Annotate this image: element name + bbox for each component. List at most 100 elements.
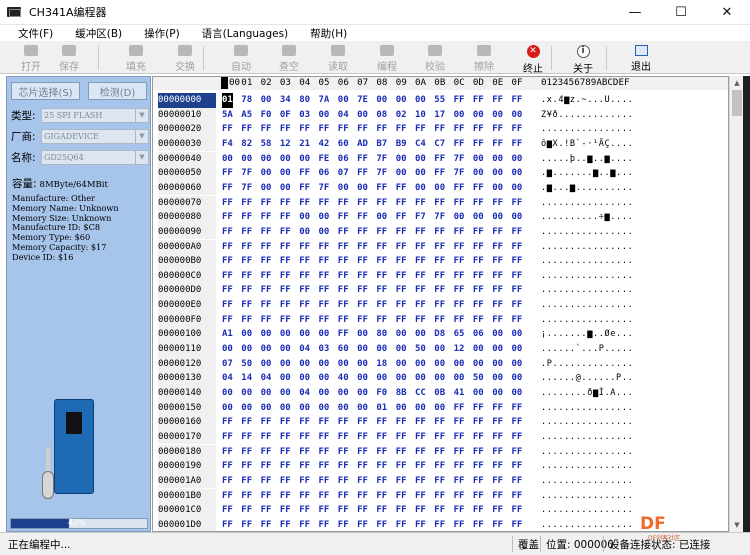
hex-byte[interactable]: 00 (415, 152, 426, 167)
hex-byte[interactable]: 00 (299, 401, 310, 416)
hex-byte[interactable]: FF (473, 415, 484, 430)
row-address[interactable]: 00000030 (158, 136, 216, 152)
hex-byte[interactable]: FF (376, 474, 387, 489)
hex-byte[interactable]: FF (492, 313, 503, 328)
hex-byte[interactable]: FF (280, 210, 291, 225)
row-address[interactable]: 000000F0 (158, 312, 216, 328)
hex-byte[interactable]: FF (319, 298, 330, 313)
hex-byte[interactable]: FF (492, 415, 503, 430)
hex-byte[interactable]: 00 (319, 371, 330, 386)
hex-byte[interactable]: FF (376, 240, 387, 255)
hex-byte[interactable]: FF (512, 518, 523, 531)
hex-byte[interactable]: 00 (492, 342, 503, 357)
hex-byte[interactable]: FF (357, 269, 368, 284)
hex-byte[interactable]: FF (434, 430, 445, 445)
hex-byte[interactable]: FF (222, 313, 233, 328)
hex-byte[interactable]: 00 (473, 386, 484, 401)
hex-byte[interactable]: 00 (415, 166, 426, 181)
hex-byte[interactable]: FF (376, 225, 387, 240)
hex-byte[interactable]: FF (338, 240, 349, 255)
hex-byte[interactable]: FF (222, 474, 233, 489)
hex-byte[interactable]: FF (280, 225, 291, 240)
hex-byte[interactable]: FF (222, 240, 233, 255)
hex-byte[interactable]: FF (261, 489, 272, 504)
hex-byte[interactable]: FF (492, 518, 503, 531)
hex-byte[interactable]: FF (299, 254, 310, 269)
hex-byte[interactable]: FF (261, 283, 272, 298)
close-button[interactable]: ✕ (704, 0, 750, 25)
hex-byte[interactable]: FF (415, 225, 426, 240)
hex-byte[interactable]: FF (241, 430, 252, 445)
hex-byte[interactable]: FF (319, 503, 330, 518)
hex-byte[interactable]: FF (241, 474, 252, 489)
hex-byte[interactable]: FF (357, 518, 368, 531)
hex-byte[interactable]: 55 (434, 93, 445, 108)
hex-byte[interactable]: FF (492, 445, 503, 460)
hex-byte[interactable]: FF (241, 210, 252, 225)
hex-byte[interactable]: FF (512, 196, 523, 211)
row-address[interactable]: 00000130 (158, 371, 216, 386)
hex-byte[interactable]: C7 (434, 137, 445, 152)
hex-byte[interactable]: FF (299, 489, 310, 504)
hex-byte[interactable]: 00 (299, 225, 310, 240)
hex-byte[interactable]: FF (222, 430, 233, 445)
hex-byte[interactable]: FF (222, 254, 233, 269)
hex-byte[interactable]: 00 (319, 108, 330, 123)
hex-byte[interactable]: FF (512, 445, 523, 460)
hex-byte[interactable]: 00 (319, 225, 330, 240)
hex-byte[interactable]: FF (512, 283, 523, 298)
hex-byte[interactable]: 00 (492, 108, 503, 123)
hex-byte[interactable]: FF (338, 430, 349, 445)
hex-byte[interactable]: 07 (222, 357, 233, 372)
hex-byte[interactable]: FF (415, 474, 426, 489)
hex-byte[interactable]: 78 (241, 93, 252, 108)
hex-byte[interactable]: 00 (376, 210, 387, 225)
hex-byte[interactable]: FF (222, 459, 233, 474)
scroll-thumb[interactable] (732, 90, 742, 116)
hex-byte[interactable]: FF (338, 254, 349, 269)
hex-byte[interactable]: 80 (376, 327, 387, 342)
hex-byte[interactable]: 00 (222, 386, 233, 401)
hex-byte[interactable]: 00 (319, 401, 330, 416)
row-address[interactable]: 00000190 (158, 459, 216, 474)
hex-byte[interactable]: FF (222, 210, 233, 225)
hex-byte[interactable]: FF (357, 313, 368, 328)
hex-byte[interactable]: 18 (376, 357, 387, 372)
hex-byte[interactable]: FF (319, 489, 330, 504)
hex-byte[interactable]: FF (338, 445, 349, 460)
hex-byte[interactable]: 00 (261, 152, 272, 167)
hex-byte[interactable]: FF (434, 254, 445, 269)
row-address[interactable]: 00000160 (158, 415, 216, 430)
hex-byte[interactable]: FF (222, 196, 233, 211)
hex-byte[interactable]: FF (415, 240, 426, 255)
hex-byte[interactable]: FF (492, 430, 503, 445)
hex-byte[interactable]: 0F (280, 108, 291, 123)
hex-byte[interactable]: FF (473, 430, 484, 445)
hex-byte[interactable]: 82 (241, 137, 252, 152)
hex-byte[interactable]: FF (357, 459, 368, 474)
hex-byte[interactable]: 00 (512, 342, 523, 357)
hex-byte[interactable]: FF (357, 430, 368, 445)
vendor-select[interactable]: GIGADEVICE ▼ (41, 129, 149, 144)
hex-byte[interactable]: FF (454, 240, 465, 255)
hex-byte[interactable]: FF (376, 196, 387, 211)
hex-byte[interactable]: FF (454, 93, 465, 108)
hex-byte[interactable]: 00 (492, 386, 503, 401)
toolbar-button-swap[interactable]: 交换 (165, 43, 205, 73)
hex-byte[interactable]: 01 (222, 93, 233, 108)
row-address[interactable]: 00000010 (158, 107, 216, 123)
hex-byte[interactable]: FF (280, 489, 291, 504)
hex-byte[interactable]: 00 (434, 371, 445, 386)
hex-byte[interactable]: 00 (261, 401, 272, 416)
toolbar-button-exit[interactable]: 退出 (621, 43, 661, 73)
hex-byte[interactable]: FF (473, 459, 484, 474)
hex-byte[interactable]: 00 (512, 181, 523, 196)
hex-byte[interactable]: FF (492, 122, 503, 137)
hex-byte[interactable]: FF (492, 254, 503, 269)
hex-byte[interactable]: FF (473, 240, 484, 255)
hex-byte[interactable]: FF (319, 459, 330, 474)
hex-byte[interactable]: 7F (319, 181, 330, 196)
hex-byte[interactable]: FF (319, 313, 330, 328)
hex-byte[interactable]: 00 (473, 152, 484, 167)
hex-byte[interactable]: FF (299, 240, 310, 255)
